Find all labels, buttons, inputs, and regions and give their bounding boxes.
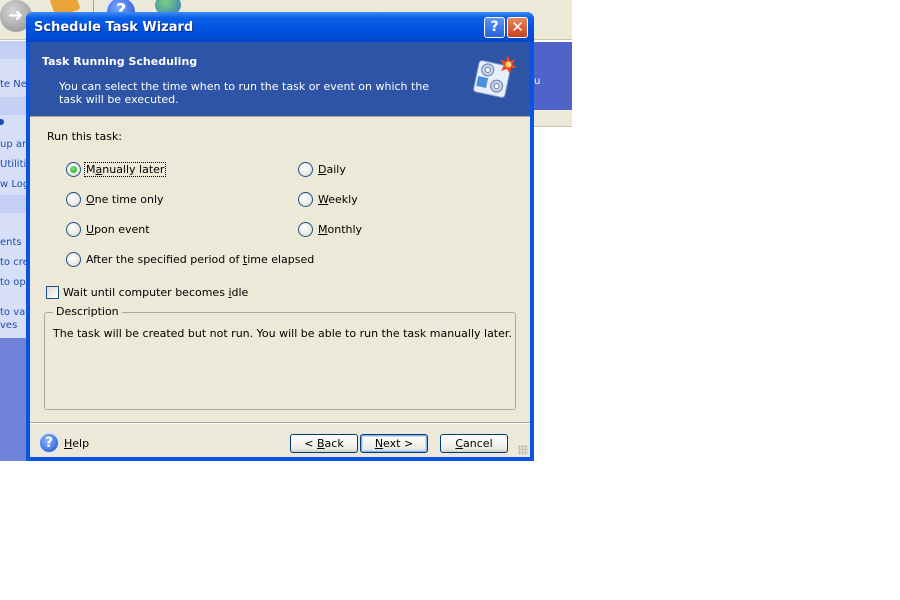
sidebar-item[interactable]: to op <box>0 277 28 288</box>
sidebar-item[interactable]: up an <box>0 139 28 150</box>
help-link[interactable]: Help <box>64 437 89 450</box>
wait-idle-label[interactable]: Wait until computer becomes idle <box>63 286 248 299</box>
option-upon-event[interactable]: Upon event <box>86 223 150 236</box>
run-this-task-label: Run this task: <box>47 130 123 143</box>
access-key: M <box>318 223 328 236</box>
radio-after-period[interactable] <box>66 252 81 267</box>
option-monthly[interactable]: Monthly <box>318 223 362 236</box>
window-title: Schedule Task Wizard <box>34 20 194 35</box>
next-button[interactable]: Next > <box>360 434 428 453</box>
sidebar-header <box>0 41 28 59</box>
option-label: pon event <box>94 223 150 236</box>
background-strip <box>533 110 572 127</box>
option-label: After the specified period of <box>86 253 243 266</box>
option-label: eekly <box>328 193 358 206</box>
sidebar-item[interactable]: to va <box>0 307 28 318</box>
description-text: The task will be created but not run. Yo… <box>53 327 512 340</box>
sidebar-panel: ents to cre to op to va ves <box>0 213 28 338</box>
option-weekly[interactable]: Weekly <box>318 193 358 206</box>
option-manually-later[interactable]: Manually later <box>83 162 167 177</box>
sidebar-item[interactable]: te Ne <box>0 79 28 90</box>
wizard-header: Task Running Scheduling You can select t… <box>30 42 530 117</box>
access-key: W <box>318 193 329 206</box>
sidebar-item[interactable]: ents <box>0 237 28 248</box>
description-legend: Description <box>53 305 122 318</box>
sidebar-panel: up an Utilitie w Log <box>0 115 28 195</box>
option-label: aily <box>326 163 346 176</box>
background-banner-text: u <box>534 76 541 87</box>
description-groupbox: Description The task will be created but… <box>44 305 516 410</box>
dialog-client-area: Task Running Scheduling You can select t… <box>30 42 530 457</box>
sidebar-item[interactable]: w Log <box>0 179 28 190</box>
button-label: ancel <box>463 437 493 450</box>
footer-divider <box>30 422 530 424</box>
button-label: < <box>304 437 317 450</box>
radio-upon-event[interactable] <box>66 222 81 237</box>
page-title: Task Running Scheduling <box>42 55 198 68</box>
checkbox-label: dle <box>231 286 249 299</box>
option-after-period[interactable]: After the specified period of time elaps… <box>86 253 314 266</box>
option-label: ne time only <box>94 193 164 206</box>
radio-manually-later[interactable] <box>66 162 81 177</box>
context-help-button[interactable]: ? <box>484 17 505 38</box>
page-subtitle: You can select the time when to run the … <box>59 80 430 106</box>
sidebar-item[interactable]: Utilitie <box>0 159 28 170</box>
option-label: onthly <box>327 223 363 236</box>
radio-one-time-only[interactable] <box>66 192 81 207</box>
resize-grip[interactable] <box>518 445 528 455</box>
button-label: ext > <box>383 437 414 450</box>
radio-monthly[interactable] <box>298 222 313 237</box>
access-key: U <box>86 223 95 236</box>
sidebar-header <box>0 97 28 115</box>
sidebar-panel: te Ne <box>0 59 28 97</box>
sidebar-item[interactable]: to cre <box>0 257 28 268</box>
option-label: nually later <box>102 163 165 176</box>
scheduler-gears-icon <box>473 55 517 98</box>
sidebar-bullet-icon <box>0 119 4 125</box>
option-one-time-only[interactable]: One time only <box>86 193 164 206</box>
radio-weekly[interactable] <box>298 192 313 207</box>
wait-idle-checkbox[interactable] <box>46 286 59 299</box>
radio-daily[interactable] <box>298 162 313 177</box>
access-key: O <box>86 193 95 206</box>
help-label: elp <box>72 437 90 450</box>
checkbox-label: Wait until computer becomes <box>63 286 229 299</box>
cancel-button[interactable]: Cancel <box>440 434 508 453</box>
button-label: ack <box>324 437 344 450</box>
access-key: B <box>317 437 325 450</box>
back-button[interactable]: < Back <box>290 434 358 453</box>
help-icon[interactable]: ? <box>38 432 60 454</box>
access-key: N <box>374 437 384 450</box>
sidebar-item[interactable]: ves <box>0 320 28 331</box>
close-button[interactable]: ✕ <box>507 17 528 38</box>
schedule-task-wizard-dialog: Schedule Task Wizard ? ✕ Task Running Sc… <box>26 12 534 461</box>
access-key: C <box>455 437 464 450</box>
option-daily[interactable]: Daily <box>318 163 346 176</box>
option-label: ime elapsed <box>247 253 315 266</box>
option-label: M <box>86 163 96 176</box>
sidebar-header <box>0 195 28 213</box>
title-bar[interactable]: Schedule Task Wizard ? ✕ <box>26 12 534 42</box>
background-sidebar: te Ne up an Utilitie w Log ents to cre t… <box>0 41 28 461</box>
